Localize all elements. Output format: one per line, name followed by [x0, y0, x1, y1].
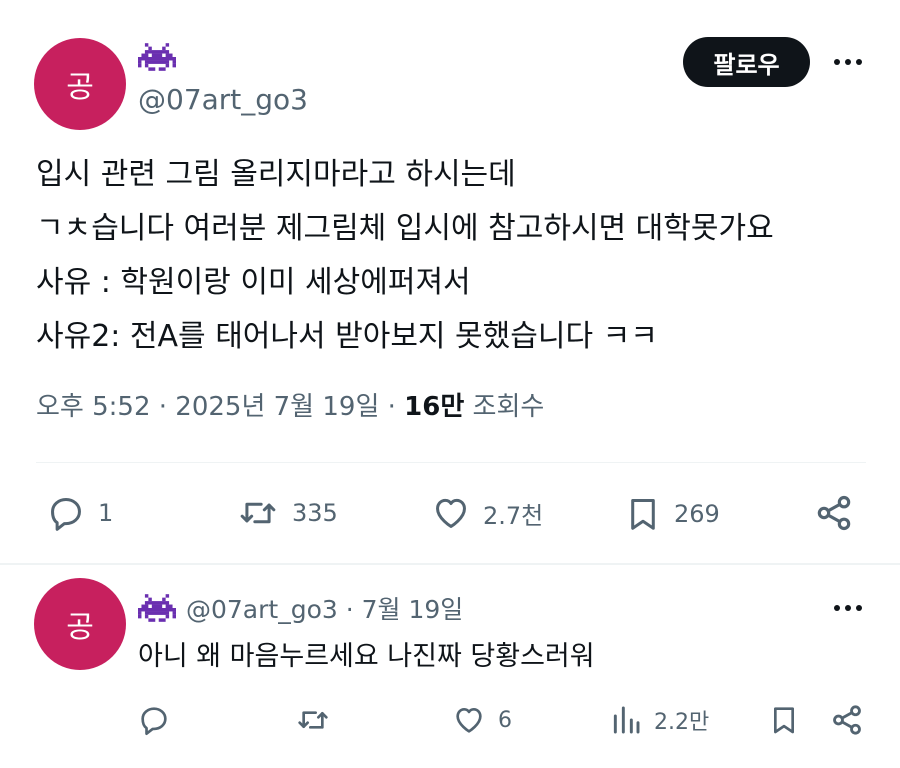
bookmark-button[interactable]	[768, 703, 800, 737]
divider	[36, 462, 866, 463]
reply-avatar[interactable]: 공	[34, 578, 126, 670]
share-icon	[833, 705, 861, 735]
retweet-button[interactable]: 335	[236, 494, 338, 532]
like-button[interactable]: 2.7천	[431, 494, 543, 532]
space-invader-icon	[138, 594, 176, 622]
tweet-time[interactable]: 오후 5:52 · 2025년 7월 19일 ·	[36, 392, 404, 422]
like-count: 6	[498, 707, 512, 733]
like-icon	[436, 498, 466, 528]
bookmark-icon	[631, 499, 655, 530]
like-icon	[456, 708, 482, 733]
bookmark-button[interactable]: 269	[624, 494, 720, 534]
share-button[interactable]	[830, 703, 864, 737]
more-icon[interactable]	[834, 605, 862, 611]
divider	[0, 563, 900, 565]
share-icon	[817, 495, 851, 531]
space-invader-icon	[138, 43, 176, 71]
share-button[interactable]	[814, 493, 854, 533]
views-count: 2.2만	[654, 710, 710, 735]
reply-icon	[51, 498, 81, 531]
like-count: 2.7천	[483, 501, 544, 530]
avatar-text: 공	[66, 610, 94, 645]
retweet-icon	[298, 711, 328, 729]
reply-header: @07art_go3 · 7월 19일	[138, 590, 463, 626]
bookmark-icon	[774, 707, 794, 734]
tweet-line: 사유 : 학원이랑 이미 세상에퍼져서	[36, 265, 471, 300]
avatar[interactable]: 공	[34, 38, 126, 130]
follow-button[interactable]: 팔로우	[683, 37, 810, 87]
views-label: 조회수	[464, 392, 545, 422]
tweet-line: ㄱㅊ습니다 여러분 제그림체 입시에 참고하시면 대학못가요	[36, 211, 774, 246]
tweet-text: 입시 관련 그림 올리지마라고 하시는데 ㄱㅊ습니다 여러분 제그림체 입시에 …	[36, 148, 876, 364]
avatar-text: 공	[66, 70, 94, 105]
tweet-line: 입시 관련 그림 올리지마라고 하시는데	[36, 157, 516, 192]
reply-text: 아니 왜 마음누르세요 나진짜 당황스러워	[138, 641, 595, 672]
tweet-line: 사유2: 전A를 태어나서 받아보지 못했습니다 ㅋㅋ	[36, 319, 658, 354]
reply-icon	[141, 707, 167, 736]
retweet-count: 335	[292, 499, 338, 527]
views-icon	[613, 706, 640, 734]
views-button[interactable]: 2.2만	[610, 704, 709, 736]
reply-button[interactable]	[137, 704, 183, 736]
retweet-icon	[240, 502, 276, 524]
user-handle[interactable]: @07art_go3	[138, 83, 308, 116]
reply-handle-date[interactable]: @07art_go3 · 7월 19일	[186, 590, 463, 626]
more-icon[interactable]	[834, 59, 862, 65]
bookmark-count: 269	[674, 500, 720, 528]
like-button[interactable]: 6	[452, 704, 512, 736]
retweet-button[interactable]	[294, 704, 344, 736]
tweet-meta: 오후 5:52 · 2025년 7월 19일 · 16만 조회수	[36, 386, 544, 423]
views-count: 16만	[404, 392, 465, 422]
reply-button[interactable]: 1	[46, 494, 113, 532]
reply-count: 1	[98, 499, 114, 527]
